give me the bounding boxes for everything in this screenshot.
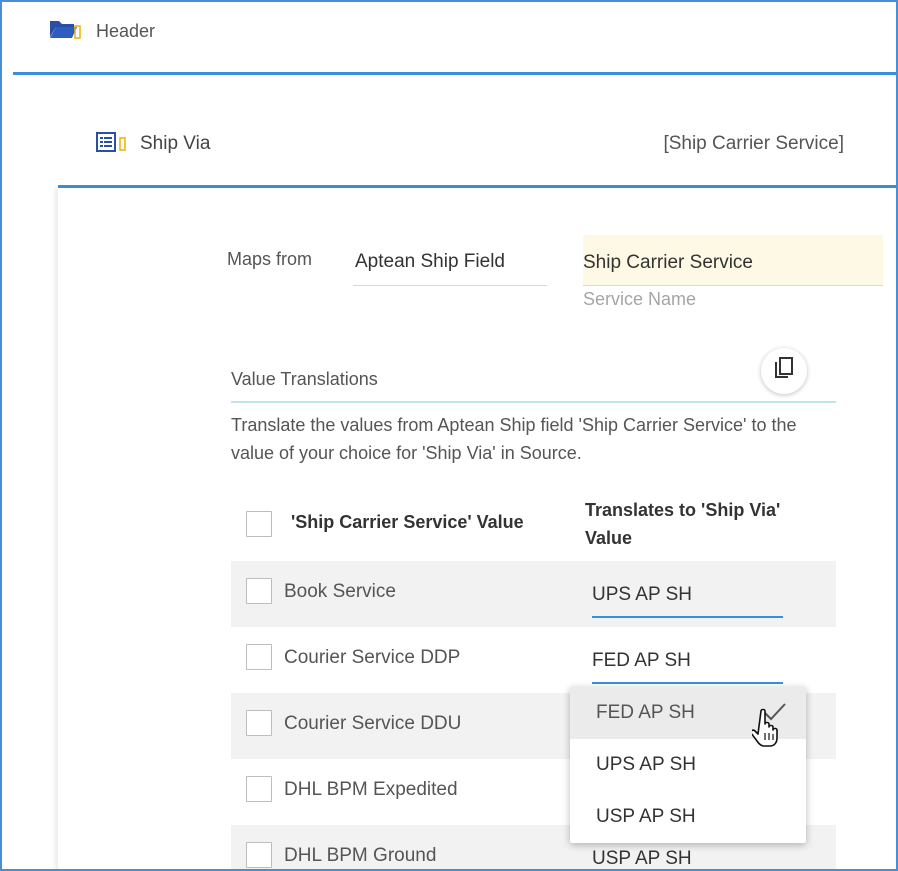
hand-pointer-icon [750,708,782,753]
table-row: Book Service UPS AP SH [231,561,836,627]
row-translation-select[interactable]: UPS AP SH [592,570,783,618]
column-header-translation: Translates to 'Ship Via' Value [585,500,781,548]
row-value: Courier Service DDP [284,647,461,668]
row-translation-select[interactable]: FED AP SH [592,636,783,684]
row-checkbox[interactable] [246,842,272,868]
header-divider [13,72,898,75]
ship-via-mapped-value: [Ship Carrier Service] [663,133,844,154]
row-checkbox[interactable] [246,644,272,670]
row-checkbox[interactable] [246,710,272,736]
row-value: DHL BPM Expedited [284,779,458,800]
row-value: DHL BPM Ground [284,845,437,866]
copy-icon [773,356,795,386]
dropdown-option[interactable]: USP AP SH [570,791,806,843]
ship-via-label: Ship Via [140,133,211,154]
dropdown-option-label: UPS AP SH [596,754,696,775]
row-value: Courier Service DDU [284,713,462,734]
value-translations-title: Value Translations [231,369,378,389]
maps-from-source-field[interactable]: Aptean Ship Field [353,240,547,286]
dropdown-option-label: FED AP SH [596,702,695,723]
header-section[interactable]: Header [48,18,155,44]
folder-open-icon [48,17,84,46]
maps-from-field-subtext: Service Name [583,289,697,309]
row-value: Book Service [284,581,396,602]
column-header-source-value: 'Ship Carrier Service' Value [291,512,524,532]
maps-from-label: Maps from [227,249,313,269]
select-all-checkbox[interactable] [246,511,272,537]
dropdown-option-label: USP AP SH [596,806,696,827]
value-translations-description: Translate the values from Aptean Ship fi… [231,415,797,463]
row-checkbox[interactable] [246,578,272,604]
list-icon [96,131,126,158]
row-checkbox[interactable] [246,776,272,802]
copy-button[interactable] [761,348,807,394]
value-translations-divider [231,401,836,403]
header-label: Header [96,20,156,41]
maps-from-field-select[interactable]: Ship Carrier Service [583,235,883,286]
ship-via-row[interactable]: Ship Via [Ship Carrier Service] [96,131,844,158]
table-row: Courier Service DDP FED AP SH [231,627,836,693]
